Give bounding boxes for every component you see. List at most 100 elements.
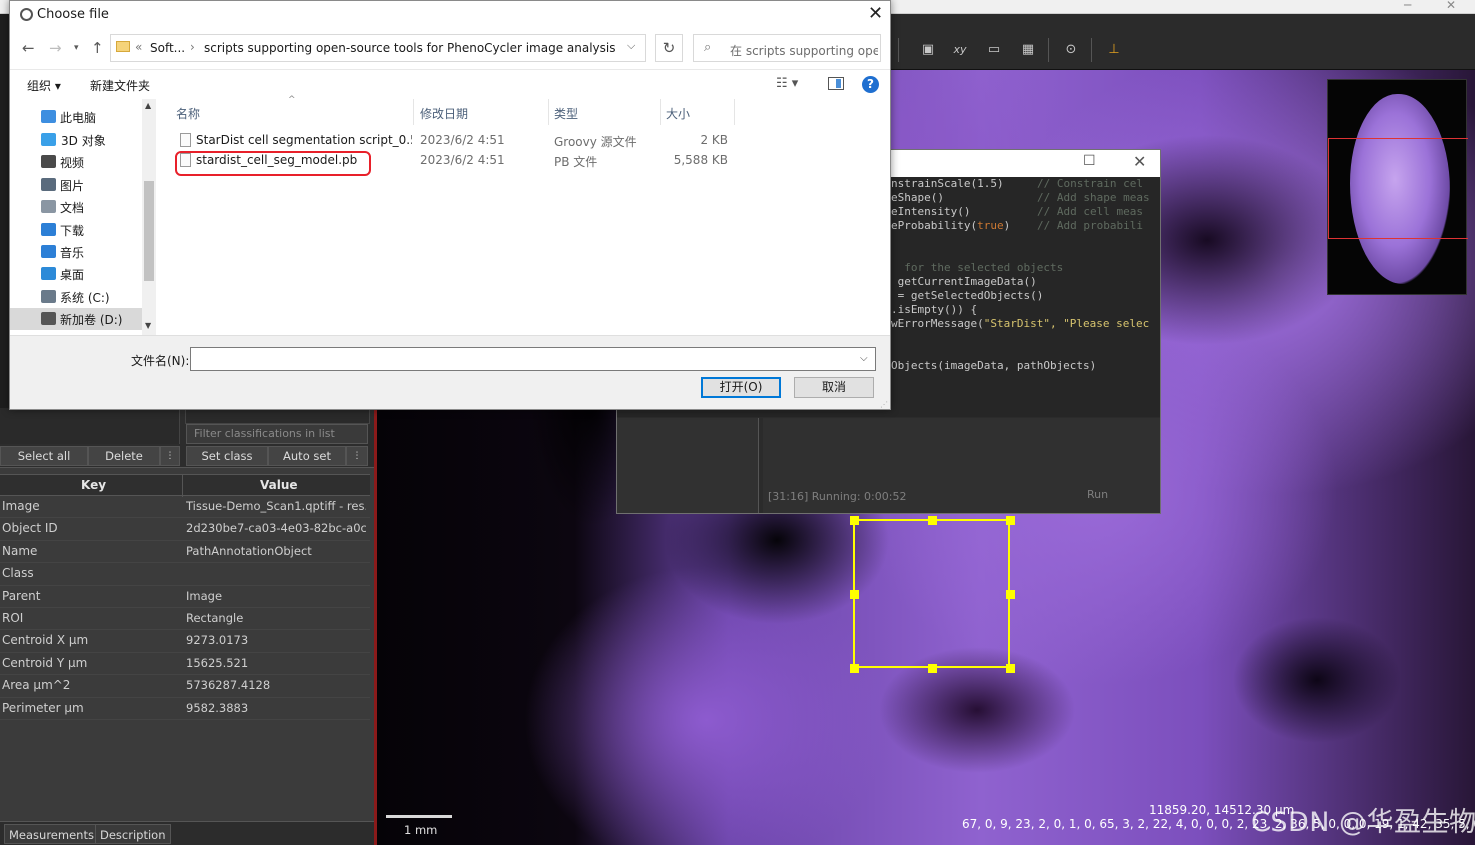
maximize-icon[interactable]: ☐ <box>1083 153 1096 169</box>
close-icon[interactable]: ✕ <box>868 4 883 24</box>
resize-handle[interactable] <box>850 590 859 599</box>
breadcrumb-item[interactable]: Soft... <box>150 41 185 55</box>
column-divider[interactable] <box>548 99 549 125</box>
code-string: "StarDist", "Please selec <box>983 317 1150 330</box>
resize-handle[interactable] <box>1006 664 1015 673</box>
resize-grip-icon[interactable]: ⋰ <box>880 400 888 409</box>
nav-item-downloads[interactable]: 下载 <box>10 219 144 241</box>
selected-rectangle-annotation[interactable] <box>850 516 1015 673</box>
minimize-icon[interactable]: ─ <box>1404 0 1411 12</box>
help-icon[interactable]: ? <box>862 76 879 93</box>
table-row[interactable]: Object ID 2d230be7-ca03-4e03-82bc-a0c... <box>0 518 370 541</box>
table-row[interactable]: Name PathAnnotationObject <box>0 541 370 564</box>
nav-item-drive-c[interactable]: 系统 (C:) <box>10 286 144 308</box>
table-row[interactable]: Parent Image <box>0 586 370 608</box>
row-value: 5736287.4128 <box>186 678 271 693</box>
filter-classifications-input[interactable]: Filter classifications in list <box>186 424 368 444</box>
nav-item-desktop[interactable]: 桌面 <box>10 263 144 285</box>
new-folder-button[interactable]: 新建文件夹 <box>90 77 150 94</box>
up-arrow-icon[interactable]: ↑ <box>91 39 104 57</box>
more-options-icon[interactable]: ⋮ <box>346 446 368 466</box>
tab-measurements[interactable]: Measurements <box>4 824 99 844</box>
file-size: 2 KB <box>700 133 728 147</box>
file-row[interactable]: StarDist cell segmentation script_0.5_..… <box>170 130 740 150</box>
column-header-size[interactable]: 大小 <box>666 105 690 122</box>
column-divider[interactable] <box>413 99 414 125</box>
scrollbar-thumb[interactable] <box>144 181 154 281</box>
annotation-list[interactable] <box>0 408 180 444</box>
resize-handle[interactable] <box>850 516 859 525</box>
column-header-modified[interactable]: 修改日期 <box>420 105 468 122</box>
table-row[interactable]: ROI Rectangle <box>0 608 370 631</box>
row-key: Perimeter µm <box>2 700 84 715</box>
scroll-up-icon[interactable]: ▲ <box>145 101 151 110</box>
desktop-icon <box>41 267 56 280</box>
grid-icon[interactable]: ▦ <box>1017 40 1039 60</box>
filename-input[interactable] <box>190 347 876 371</box>
file-modified: 2023/6/2 4:51 <box>420 133 505 147</box>
address-bar[interactable]: « Soft... › scripts supporting open-sour… <box>110 34 646 62</box>
tab-description[interactable]: Description <box>95 824 171 844</box>
view-options-icon[interactable]: ☷ ▾ <box>776 76 798 91</box>
search-input[interactable]: ⌕ 在 scripts supporting ope... <box>693 34 881 62</box>
recent-locations-chevron-icon[interactable]: ▾ <box>74 43 79 53</box>
delete-button[interactable]: Delete <box>88 446 160 466</box>
nav-scrollbar[interactable]: ▲ ▼ <box>142 99 156 335</box>
set-class-button[interactable]: Set class <box>186 446 268 466</box>
value-column-header[interactable]: Value <box>260 478 298 492</box>
resize-handle[interactable] <box>928 516 937 525</box>
column-header-name[interactable]: 名称 <box>176 105 200 122</box>
code-text: ) <box>1003 219 1011 232</box>
xy-icon[interactable]: xy <box>949 40 971 60</box>
auto-set-button[interactable]: Auto set <box>268 446 346 466</box>
column-header-type[interactable]: 类型 <box>554 105 578 122</box>
fit-window-icon[interactable]: ▣ <box>917 40 939 60</box>
more-options-icon[interactable]: ⋮ <box>160 446 180 466</box>
class-list[interactable] <box>185 408 370 424</box>
table-row[interactable]: Class <box>0 563 370 586</box>
table-row[interactable]: Area µm^2 5736287.4128 <box>0 675 370 698</box>
close-icon[interactable]: ✕ <box>1446 0 1456 12</box>
column-divider[interactable] <box>734 99 735 125</box>
table-row[interactable]: Image Tissue-Demo_Scan1.qptiff - res... <box>0 496 370 519</box>
forward-arrow-icon[interactable]: → <box>49 39 62 57</box>
refresh-icon[interactable]: ↻ <box>655 34 683 62</box>
resize-handle[interactable] <box>928 664 937 673</box>
scroll-down-icon[interactable]: ▼ <box>145 321 151 330</box>
cancel-button[interactable]: 取消 <box>794 377 874 398</box>
close-icon[interactable]: ✕ <box>1133 152 1146 171</box>
script-list-pane[interactable] <box>617 418 759 513</box>
preview-pane-icon[interactable] <box>828 77 844 90</box>
nav-item-pictures[interactable]: 图片 <box>10 174 144 196</box>
resize-handle[interactable] <box>1006 590 1015 599</box>
chevron-down-icon[interactable]: ⌵ <box>860 353 868 364</box>
nav-item-music[interactable]: 音乐 <box>10 241 144 263</box>
nav-item-documents[interactable]: 文档 <box>10 196 144 218</box>
settings-icon[interactable]: ⊙ <box>1060 40 1082 60</box>
nav-item-drive-d[interactable]: 新加卷 (D:) <box>10 308 144 330</box>
breadcrumb-chevron-icon[interactable]: › <box>190 40 195 54</box>
ruler-icon[interactable]: ▭ <box>983 40 1005 60</box>
overview-minimap[interactable] <box>1327 79 1468 295</box>
table-row[interactable]: Centroid X µm 9273.0173 <box>0 630 370 653</box>
run-button[interactable]: Run <box>1087 488 1108 501</box>
breadcrumb-overflow[interactable]: « <box>135 40 142 54</box>
chevron-down-icon[interactable]: ⌵ <box>627 39 635 53</box>
organize-menu[interactable]: 组织 ▾ <box>27 77 61 94</box>
table-row[interactable]: Perimeter µm 9582.3883 <box>0 698 370 720</box>
table-row[interactable]: Centroid Y µm 15625.521 <box>0 653 370 676</box>
breadcrumb-item[interactable]: scripts supporting open-source tools for… <box>204 41 616 55</box>
column-divider[interactable] <box>660 99 661 125</box>
back-arrow-icon[interactable]: ← <box>22 39 35 57</box>
resize-handle[interactable] <box>850 664 859 673</box>
key-column-header[interactable]: Key <box>81 478 106 492</box>
select-all-button[interactable]: Select all <box>0 446 88 466</box>
nav-item-3d-objects[interactable]: 3D 对象 <box>10 129 144 151</box>
pin-icon[interactable]: ⊥ <box>1103 40 1125 60</box>
nav-item-videos[interactable]: 视频 <box>10 151 144 173</box>
nav-item-this-pc[interactable]: 此电脑 <box>10 106 144 128</box>
resize-handle[interactable] <box>1006 516 1015 525</box>
column-divider <box>182 475 183 497</box>
open-button[interactable]: 打开(O) <box>701 377 781 398</box>
code-line: .isEmpty()) { <box>891 303 978 316</box>
